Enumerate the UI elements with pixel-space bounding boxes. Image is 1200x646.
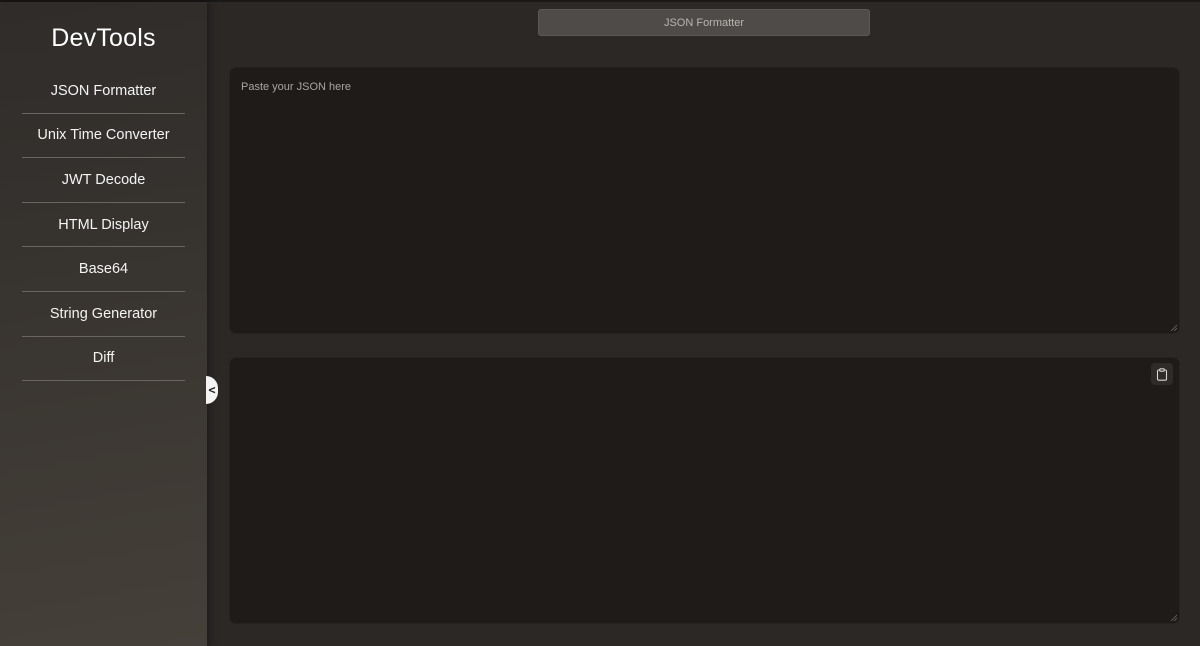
resize-grip-icon[interactable] <box>1170 324 1177 331</box>
sidebar-item-jwt-decode[interactable]: JWT Decode <box>22 158 185 203</box>
json-input-field[interactable] <box>230 68 1179 333</box>
sidebar: DevTools JSON Formatter Unix Time Conver… <box>0 2 207 646</box>
resize-grip-icon[interactable] <box>1170 614 1177 621</box>
sidebar-item-json-formatter[interactable]: JSON Formatter <box>22 69 185 114</box>
json-output-panel <box>229 357 1180 624</box>
sidebar-item-base64[interactable]: Base64 <box>22 247 185 292</box>
app-title: DevTools <box>51 24 156 52</box>
sidebar-item-diff[interactable]: Diff <box>22 337 185 382</box>
copy-button[interactable] <box>1151 363 1173 385</box>
tool-title-button[interactable]: JSON Formatter <box>538 9 870 36</box>
clipboard-icon <box>1156 367 1168 381</box>
sidebar-item-string-generator[interactable]: String Generator <box>22 292 185 337</box>
sidebar-item-html-display[interactable]: HTML Display <box>22 203 185 248</box>
sidebar-collapse-button[interactable]: < <box>206 376 218 404</box>
json-input-panel <box>229 67 1180 334</box>
sidebar-item-unix-time-converter[interactable]: Unix Time Converter <box>22 114 185 159</box>
sidebar-nav: JSON Formatter Unix Time Converter JWT D… <box>22 69 185 382</box>
